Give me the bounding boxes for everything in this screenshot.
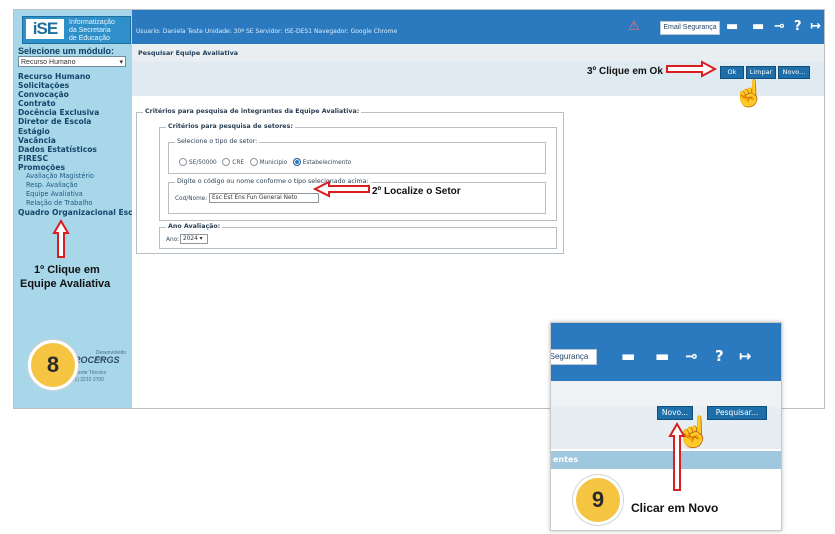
step-badge-9: 9 — [573, 475, 623, 525]
annotation-step1-line2: Equipe Avaliativa — [20, 278, 111, 290]
page-title: Pesquisar Equipe Avaliativa — [138, 49, 239, 57]
codnome-input[interactable]: Esc Est Ens Fun General Neto — [209, 193, 319, 203]
logo-mark: iSE — [26, 19, 64, 39]
sidebar-item[interactable]: Recurso Humano — [18, 72, 130, 81]
radio-group: SE/50000 CRE Municipio Estabelecimento — [179, 158, 351, 166]
module-select[interactable]: Recurso Humano ▾ — [18, 56, 126, 67]
radio-cre-label: CRE — [232, 159, 245, 166]
chevron-down-icon: ▾ — [119, 59, 123, 66]
inset-section-bar: entes — [551, 451, 781, 469]
step-badge-8: 8 — [28, 340, 78, 390]
security-alert-icon[interactable]: ⚠ — [628, 20, 640, 34]
email-security-button[interactable]: Email Segurança — [660, 21, 720, 35]
sidebar-menu: Recurso Humano Solicitações Convocação Cont… — [18, 72, 146, 218]
help-icon[interactable]: ? — [715, 347, 724, 365]
logout-icon[interactable]: ↦ — [739, 347, 752, 365]
inset-section-label: entes — [553, 455, 579, 464]
red-arrow-left-icon — [312, 180, 370, 198]
key-icon[interactable]: ⊸ — [774, 20, 785, 34]
sidebar-item[interactable]: Dados Estatísticos — [18, 145, 130, 154]
tipo-setor-legend: Selecione o tipo de setor: — [175, 138, 260, 145]
codnome-label: Cod/Nome: — [175, 196, 208, 202]
chat-icon[interactable]: ▬ — [621, 347, 635, 365]
annotation-step2: 2º Localize o Setor — [372, 186, 461, 197]
sidebar: iSE Informatização da Secretaria de Educ… — [14, 10, 146, 408]
sidebar-item[interactable]: Contrato — [18, 99, 130, 108]
sidebar-item[interactable]: Quadro Organizacional Escola — [18, 208, 146, 217]
toolbar: Ok Limpar Novo... — [132, 62, 824, 96]
annotation-step1-line1: 1º Clique em — [34, 264, 100, 276]
sidebar-item[interactable]: Relação de Trabalho — [18, 199, 130, 208]
logo-line: da Secretaria — [69, 27, 111, 34]
sidebar-item[interactable]: Promoções — [18, 163, 130, 172]
mail-icon[interactable]: ▬ — [655, 347, 669, 365]
logout-icon[interactable]: ↦ — [810, 20, 821, 34]
ano-legend: Ano Avaliação: — [166, 223, 223, 230]
ano-fieldset: Ano Avaliação: Ano: 2024 ▾ — [159, 223, 557, 249]
red-arrow-up-icon — [668, 422, 686, 491]
sidebar-item[interactable]: Equipe Avaliativa — [18, 190, 130, 199]
radio-municipio-label: Municipio — [259, 159, 288, 166]
ano-select-value: 2024 — [183, 236, 198, 242]
red-arrow-up-icon — [52, 219, 70, 258]
radio-municipio-circle[interactable] — [249, 158, 258, 166]
sidebar-item[interactable]: FIRESC — [18, 154, 130, 163]
logo-line: Informatização — [69, 19, 115, 26]
sidebar-item[interactable]: Solicitações — [18, 81, 130, 90]
radio-estabelecimento-circle[interactable] — [292, 158, 301, 166]
top-header: Usuario: Daniela Teste Unidade: 30ª SE S… — [132, 10, 824, 44]
novo-button[interactable]: Novo... — [778, 66, 810, 79]
annotation-step9: Clicar em Novo — [631, 501, 719, 515]
ano-label: Ano: — [166, 237, 180, 243]
footer-support-phone: (51) 3210 3700 — [70, 377, 104, 383]
inset-email-security-button[interactable]: Segurança — [551, 349, 597, 365]
key-icon[interactable]: ⊸ — [685, 347, 698, 365]
sidebar-item[interactable]: Diretor de Escola — [18, 117, 130, 126]
inset-title-bar — [551, 381, 781, 407]
radio-cre[interactable]: CRE — [222, 158, 245, 166]
sidebar-item[interactable]: Vacância — [18, 136, 130, 145]
chat-icon[interactable]: ▬ — [726, 20, 738, 34]
module-label: Selecione um módulo: — [18, 46, 115, 56]
radio-se[interactable]: SE/50000 — [179, 158, 217, 166]
setor-fieldset: Critérios para pesquisa de setores: Sele… — [159, 123, 557, 221]
red-arrow-right-icon — [666, 60, 718, 78]
logo-line: de Educação — [69, 35, 110, 42]
ise-logo[interactable]: iSE Informatização da Secretaria de Educ… — [22, 16, 131, 44]
sidebar-item[interactable]: Docência Exclusiva — [18, 108, 130, 117]
title-bar: Pesquisar Equipe Avaliativa — [132, 44, 824, 63]
sidebar-item[interactable]: Estágio — [18, 127, 130, 136]
radio-estabelecimento-label: Estabelecimento — [302, 159, 352, 166]
inset-header: Segurança ▬ ▬ ⊸ ? ↦ — [551, 323, 781, 381]
ano-select[interactable]: 2024 ▾ — [180, 234, 208, 244]
help-icon[interactable]: ? — [794, 20, 802, 34]
radio-se-label: SE/50000 — [189, 159, 217, 166]
module-select-value: Recurso Humano — [21, 59, 76, 66]
setor-legend: Critérios para pesquisa de setores: — [166, 123, 295, 130]
inset-pesquisar-button[interactable]: Pesquisar... — [707, 406, 767, 420]
chevron-down-icon: ▾ — [197, 236, 203, 242]
radio-se-circle[interactable] — [179, 158, 187, 166]
tipo-setor-fieldset: Selecione o tipo de setor: SE/50000 CRE … — [168, 138, 546, 174]
zoom-inset: Segurança ▬ ▬ ⊸ ? ↦ Novo... Pesquisar...… — [550, 322, 782, 531]
annotation-step3: 3º Clique em Ok — [587, 66, 663, 77]
hand-cursor-icon: ☝ — [733, 78, 766, 108]
radio-estabelecimento[interactable]: Estabelecimento — [292, 158, 352, 166]
sidebar-item[interactable]: Convocação — [18, 90, 130, 99]
main-criteria-legend: Critérios para pesquisa de integrantes d… — [143, 108, 362, 115]
sidebar-item[interactable]: Avaliação Magistério — [18, 172, 130, 181]
radio-municipio[interactable]: Municipio — [249, 158, 288, 166]
sidebar-item[interactable]: Resp. Avaliação — [18, 181, 130, 190]
user-info: Usuario: Daniela Teste Unidade: 30ª SE S… — [136, 28, 398, 35]
radio-cre-circle[interactable] — [222, 158, 231, 166]
mail-icon[interactable]: ▬ — [752, 20, 764, 34]
